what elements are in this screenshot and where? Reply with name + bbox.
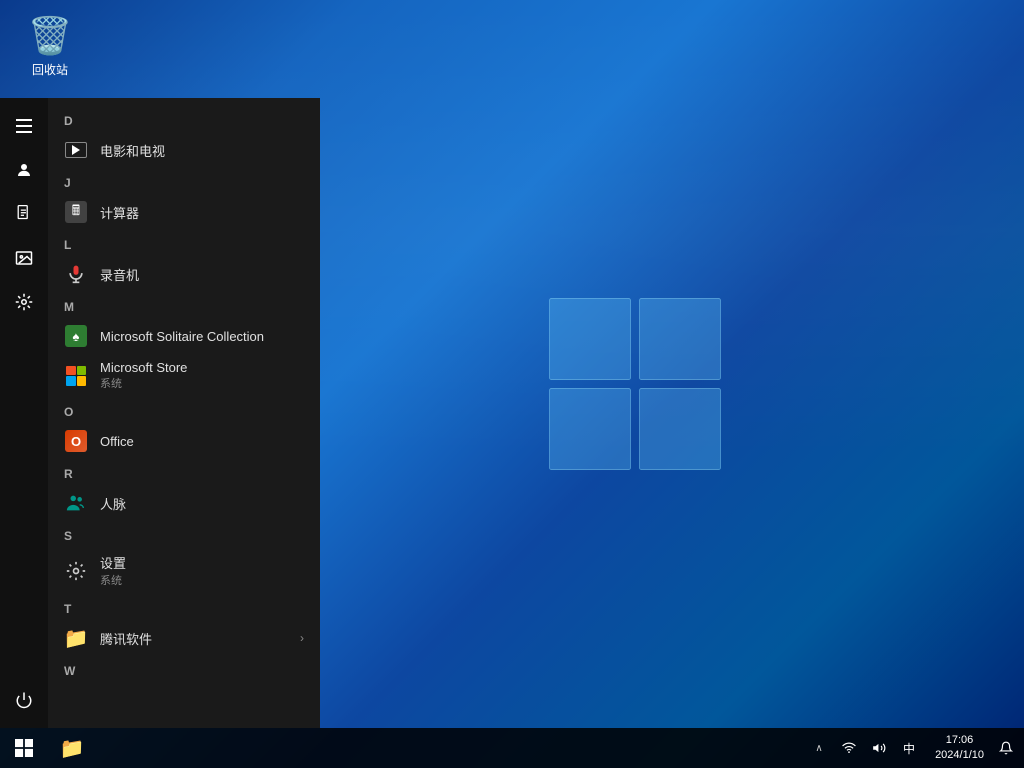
ms-store-subtext: 系统 xyxy=(100,375,304,391)
sidebar-photos-icon[interactable] xyxy=(4,238,44,278)
calculator-icon: 🖩 xyxy=(64,200,88,224)
section-header-w: W xyxy=(48,656,320,682)
list-item-people[interactable]: 人脉 xyxy=(48,485,320,521)
ms-store-icon xyxy=(64,364,88,388)
recorder-icon xyxy=(64,262,88,286)
start-button[interactable] xyxy=(0,728,48,768)
list-item-settings[interactable]: 设置 系统 xyxy=(48,547,320,594)
sidebar-document-icon[interactable] xyxy=(4,194,44,234)
people-label: 人脉 xyxy=(100,494,304,513)
taskbar-notification-button[interactable] xyxy=(992,728,1020,768)
section-header-l: L xyxy=(48,230,320,256)
section-header-s: S xyxy=(48,521,320,547)
taskbar-tray: ∧ xyxy=(801,728,927,768)
recycle-bin-label: 回收站 xyxy=(32,61,68,78)
section-header-o: O xyxy=(48,397,320,423)
settings-icon xyxy=(64,559,88,583)
list-item-movies-tv[interactable]: 电影和电视 xyxy=(48,132,320,168)
sidebar-settings-icon[interactable] xyxy=(4,282,44,322)
tray-network-icon[interactable] xyxy=(835,728,863,768)
tencent-folder-icon: 📁 xyxy=(64,626,88,650)
tencent-label: 腾讯软件 xyxy=(100,629,288,648)
start-sidebar xyxy=(0,98,48,728)
taskbar: 📁 ∧ xyxy=(0,728,1024,768)
tray-ime-icon[interactable]: 中 xyxy=(895,728,923,768)
ime-label: 中 xyxy=(903,740,915,757)
tray-volume-icon[interactable] xyxy=(865,728,893,768)
section-header-m: M xyxy=(48,292,320,318)
clock-date: 2024/1/10 xyxy=(935,748,984,763)
calculator-label: 计算器 xyxy=(100,203,304,222)
list-item-recorder[interactable]: 录音机 xyxy=(48,256,320,292)
list-item-tencent[interactable]: 📁 腾讯软件 › xyxy=(48,620,320,656)
desktop: 🗑️ 回收站 xyxy=(0,0,1024,768)
taskbar-pinned-items: 📁 xyxy=(52,728,92,768)
tencent-expand-arrow: › xyxy=(300,631,304,645)
recycle-bin-icon[interactable]: 🗑️ 回收站 xyxy=(15,15,85,78)
solitaire-icon: ♠ xyxy=(64,324,88,348)
section-header-d: D xyxy=(48,106,320,132)
settings-subtext: 系统 xyxy=(100,572,304,588)
clock-time: 17:06 xyxy=(946,733,974,748)
windows-logo-desktop xyxy=(545,294,725,474)
list-item-office[interactable]: O Office xyxy=(48,423,320,459)
ms-store-label: Microsoft Store xyxy=(100,360,187,375)
start-app-list: D 电影和电视 J 🖩 计算器 L xyxy=(48,98,320,728)
sidebar-user-icon[interactable] xyxy=(4,150,44,190)
section-header-t: T xyxy=(48,594,320,620)
office-icon: O xyxy=(64,429,88,453)
section-header-j: J xyxy=(48,168,320,194)
solitaire-label: Microsoft Solitaire Collection xyxy=(100,329,304,344)
taskbar-clock[interactable]: 17:06 2024/1/10 xyxy=(927,733,992,764)
settings-label: 设置 xyxy=(100,556,126,571)
taskbar-right: ∧ xyxy=(801,728,1024,768)
people-icon xyxy=(64,491,88,515)
list-item-solitaire[interactable]: ♠ Microsoft Solitaire Collection xyxy=(48,318,320,354)
recorder-label: 录音机 xyxy=(100,265,304,284)
movies-tv-icon xyxy=(64,138,88,162)
start-menu: D 电影和电视 J 🖩 计算器 L xyxy=(0,98,320,728)
recycle-bin-image: 🗑️ xyxy=(28,15,73,57)
office-label: Office xyxy=(100,434,304,449)
taskbar-file-explorer[interactable]: 📁 xyxy=(52,728,92,768)
sidebar-power-icon[interactable] xyxy=(4,680,44,720)
sidebar-hamburger[interactable] xyxy=(4,106,44,146)
ms-store-text: Microsoft Store 系统 xyxy=(100,360,304,391)
section-header-r: R xyxy=(48,459,320,485)
tray-show-hidden-icon[interactable]: ∧ xyxy=(805,728,833,768)
list-item-calculator[interactable]: 🖩 计算器 xyxy=(48,194,320,230)
settings-text: 设置 系统 xyxy=(100,553,304,588)
movies-tv-label: 电影和电视 xyxy=(100,141,304,160)
list-item-ms-store[interactable]: Microsoft Store 系统 xyxy=(48,354,320,397)
